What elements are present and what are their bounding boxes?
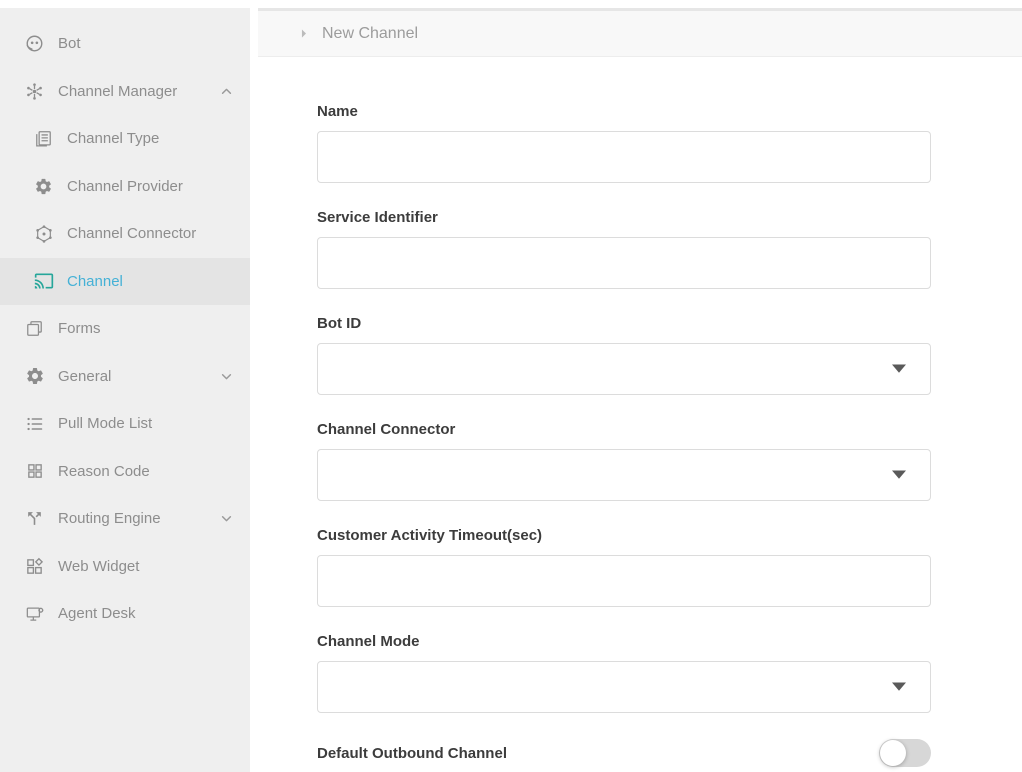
field-label: Name — [317, 103, 931, 120]
sidebar-item-bot[interactable]: Bot — [0, 20, 250, 68]
form-field: Channel Connector — [317, 421, 931, 501]
sidebar-item-channel-provider[interactable]: Channel Provider — [0, 163, 250, 211]
sidebar-item-label: Channel — [67, 273, 123, 290]
channel-connector-icon — [33, 223, 54, 244]
sidebar-item-label: Web Widget — [58, 558, 139, 575]
field-label: Channel Connector — [317, 421, 931, 438]
widgets-icon — [24, 556, 45, 577]
sidebar: Bot Channel Manager Channel Type Channel… — [0, 8, 250, 772]
dropdown-caret-icon — [892, 365, 906, 374]
sidebar-item-label: Routing Engine — [58, 510, 161, 527]
sidebar-item-web-widget[interactable]: Web Widget — [0, 543, 250, 591]
chevron-up-icon[interactable] — [217, 82, 235, 100]
gear-icon — [24, 366, 45, 387]
sidebar-item-routing-engine[interactable]: Routing Engine — [0, 495, 250, 543]
sidebar-item-label: Pull Mode List — [58, 415, 152, 432]
bot-icon — [24, 33, 45, 54]
channel-type-icon — [33, 128, 54, 149]
form-field: Name — [317, 103, 931, 183]
sidebar-item-label: Channel Provider — [67, 178, 183, 195]
breadcrumb: New Channel — [322, 25, 418, 43]
main-area: New Channel Name Service Identifier Bot … — [258, 8, 1022, 772]
sidebar-item-channel-manager[interactable]: Channel Manager — [0, 68, 250, 116]
sidebar-item-label: Channel Type — [67, 130, 159, 147]
sidebar-item-label: Forms — [58, 320, 101, 337]
dropdown-caret-icon — [892, 471, 906, 480]
customer-activity-timeout-sec-input[interactable] — [317, 555, 931, 607]
channel-mode-select[interactable] — [317, 661, 931, 713]
form-field: Default Outbound Channel — [317, 739, 931, 767]
sidebar-item-channel[interactable]: Channel — [0, 258, 250, 306]
sidebar-item-general[interactable]: General — [0, 353, 250, 401]
breadcrumb-arrow-icon[interactable] — [296, 26, 311, 41]
sidebar-item-label: Reason Code — [58, 463, 150, 480]
field-label: Service Identifier — [317, 209, 931, 226]
sidebar-item-channel-type[interactable]: Channel Type — [0, 115, 250, 163]
grid-icon — [24, 461, 45, 482]
chevron-down-icon[interactable] — [217, 367, 235, 385]
chevron-down-icon[interactable] — [217, 510, 235, 528]
sidebar-item-label: Bot — [58, 35, 81, 52]
cast-icon — [33, 271, 54, 292]
toggle-knob — [880, 740, 906, 766]
app-root: Bot Channel Manager Channel Type Channel… — [0, 0, 1022, 772]
dropdown-caret-icon — [892, 683, 906, 692]
field-label: Channel Mode — [317, 633, 931, 650]
sidebar-item-label: General — [58, 368, 111, 385]
form-field: Channel Mode — [317, 633, 931, 713]
form-area: Name Service Identifier Bot ID Channel C… — [258, 57, 1022, 772]
form-field: Customer Activity Timeout(sec) — [317, 527, 931, 607]
name-input[interactable] — [317, 131, 931, 183]
service-identifier-input[interactable] — [317, 237, 931, 289]
sidebar-item-pull-mode-list[interactable]: Pull Mode List — [0, 400, 250, 448]
list-icon — [24, 413, 45, 434]
field-label: Default Outbound Channel — [317, 745, 507, 762]
sidebar-item-label: Channel Manager — [58, 83, 177, 100]
channel-connector-select[interactable] — [317, 449, 931, 501]
sidebar-item-label: Agent Desk — [58, 605, 136, 622]
sidebar-item-agent-desk[interactable]: Agent Desk — [0, 590, 250, 638]
breadcrumb-bar: New Channel — [258, 8, 1022, 57]
forms-icon — [24, 318, 45, 339]
route-split-icon — [24, 508, 45, 529]
field-label: Customer Activity Timeout(sec) — [317, 527, 931, 544]
channel-provider-icon — [33, 176, 54, 197]
sidebar-item-channel-connector[interactable]: Channel Connector — [0, 210, 250, 258]
channel-manager-icon — [24, 81, 45, 102]
default-outbound-channel-toggle[interactable] — [879, 739, 931, 767]
sidebar-item-reason-code[interactable]: Reason Code — [0, 448, 250, 496]
sidebar-item-forms[interactable]: Forms — [0, 305, 250, 353]
agent-desk-icon — [24, 603, 45, 624]
form-field: Bot ID — [317, 315, 931, 395]
form-field: Service Identifier — [317, 209, 931, 289]
field-label: Bot ID — [317, 315, 931, 332]
bot-id-select[interactable] — [317, 343, 931, 395]
sidebar-item-label: Channel Connector — [67, 225, 196, 242]
